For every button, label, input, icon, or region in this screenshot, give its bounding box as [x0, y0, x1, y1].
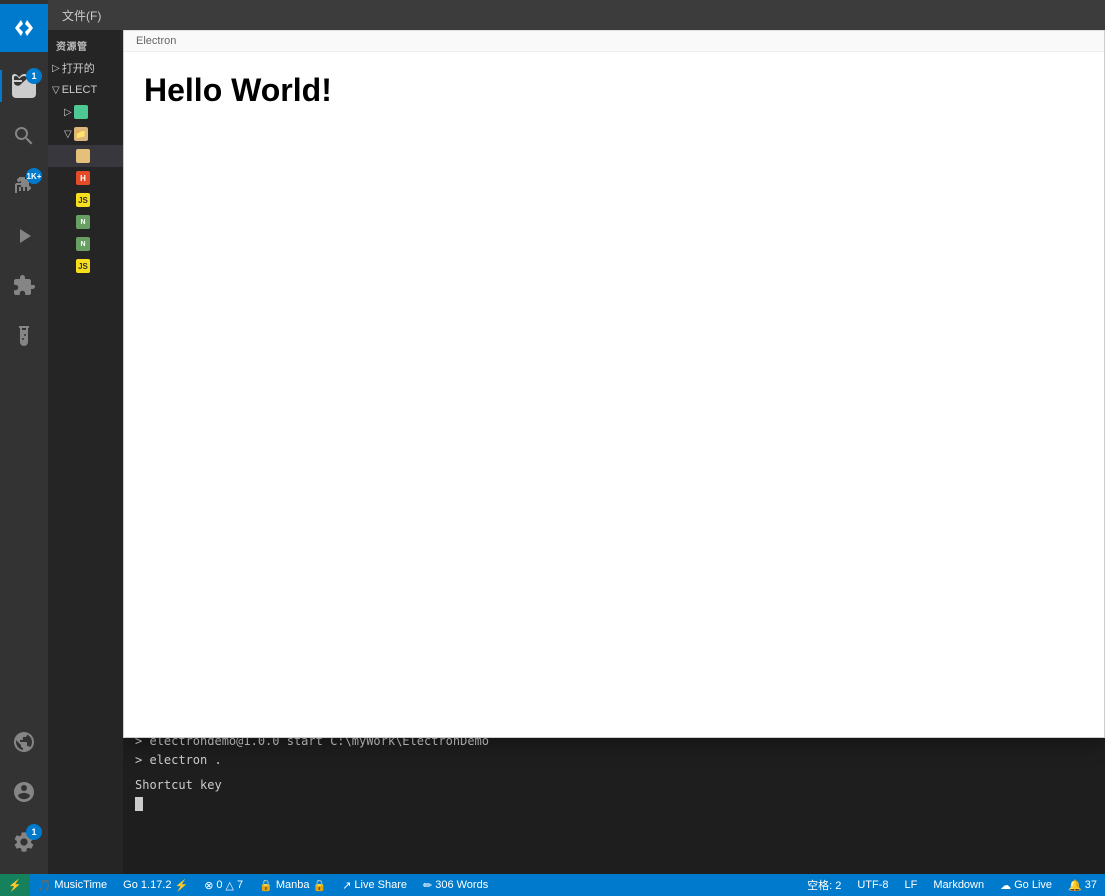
electron-heading: Hello World! — [144, 72, 1084, 109]
folder-arrow: ▽ — [64, 129, 72, 140]
go-label: Go 1.17.2 — [123, 879, 171, 891]
open-folder-arrow: ▷ — [52, 63, 60, 74]
activity-account[interactable] — [0, 768, 48, 816]
activity-settings[interactable]: 1 — [0, 818, 48, 866]
activity-bar-bottom: 1 — [0, 718, 48, 874]
electron-subtitle: Electron — [124, 31, 1104, 52]
status-go[interactable]: Go 1.17.2 ⚡ — [115, 874, 196, 896]
status-language[interactable]: Markdown — [925, 874, 992, 896]
activity-bar-top: 1 1K+ — [0, 4, 48, 718]
status-bar-left: ⚡ 🎵 MusicTime Go 1.17.2 ⚡ ⊗ 0 △ 7 🔒 — [0, 874, 496, 896]
terminal-content: > electrondemo@1.0.0 start C:\myWork\Ele… — [123, 725, 1105, 822]
terminal-cursor — [135, 797, 143, 811]
electron-content: Hello World! — [124, 52, 1104, 737]
file-js-icon: JS — [76, 193, 90, 207]
activity-run[interactable] — [0, 212, 48, 260]
status-live-share[interactable]: ↗ Live Share — [334, 874, 415, 896]
activity-source-control[interactable]: 1K+ — [0, 162, 48, 210]
status-remote[interactable]: ⚡ — [0, 874, 30, 896]
terminal-line-2: > electron . — [135, 752, 1093, 769]
activity-extensions[interactable] — [0, 262, 48, 310]
live-share-label: Live Share — [354, 879, 407, 891]
file-js-row[interactable]: JS — [48, 189, 123, 211]
warning-count: 7 — [237, 879, 243, 891]
go-icon: ⚡ — [175, 879, 189, 892]
status-bar-right: 空格: 2 UTF-8 LF Markdown ☁ Go Live 🔔 — [799, 874, 1105, 896]
words-label: 306 Words — [435, 879, 488, 891]
file-html-row[interactable]: H — [48, 167, 123, 189]
lock-icon-right: 🔒 — [312, 879, 326, 892]
error-icon: ⊗ — [204, 879, 213, 892]
file-node1-icon: N — [76, 215, 90, 229]
go-live-icon: ☁ — [1000, 879, 1011, 892]
terminal-panel: > electrondemo@1.0.0 start C:\myWork\Ele… — [123, 724, 1105, 874]
status-go-live[interactable]: ☁ Go Live — [992, 874, 1060, 896]
file-yellow-row[interactable] — [48, 145, 123, 167]
status-errors[interactable]: ⊗ 0 △ 7 — [196, 874, 251, 896]
activity-bar: 1 1K+ — [0, 0, 48, 874]
menu-file[interactable]: 文件(F) — [56, 5, 107, 26]
vscode-frame: 文件(F) 1 1K+ — [0, 0, 1105, 896]
project-row[interactable]: ▽ ELECT — [48, 79, 123, 101]
file-yellow-icon — [76, 149, 90, 163]
folder-row[interactable]: ▽ 📁 — [48, 123, 123, 145]
remote-button[interactable] — [0, 4, 48, 52]
remote-icon: ⚡ — [8, 879, 22, 892]
manba-label: Manba — [276, 879, 310, 891]
spaces-label: 空格: 2 — [807, 877, 841, 893]
notification-count: 37 — [1085, 879, 1097, 891]
music-icon: 🎵 — [38, 879, 52, 892]
file-node1-row[interactable]: N — [48, 211, 123, 233]
explorer-badge: 1 — [26, 68, 42, 84]
folder-green-row[interactable]: ▷ — [48, 101, 123, 123]
bell-icon: 🔔 — [1068, 879, 1082, 892]
status-music[interactable]: 🎵 MusicTime — [30, 874, 115, 896]
status-manba[interactable]: 🔒 Manba 🔒 — [251, 874, 334, 896]
error-count: 0 — [216, 879, 222, 891]
file-node2-row[interactable]: N — [48, 233, 123, 255]
sidebar: 资源管 ▷ 打开的 ▽ ELECT ▷ ▽ 📁 H JS N — [48, 30, 123, 874]
folder-green-icon — [74, 105, 88, 119]
encoding-label: UTF-8 — [857, 879, 888, 891]
activity-git[interactable] — [0, 718, 48, 766]
warning-icon: △ — [226, 879, 234, 892]
go-live-label: Go Live — [1014, 879, 1052, 891]
line-endings-label: LF — [905, 879, 918, 891]
lock-icon-left: 🔒 — [259, 879, 273, 892]
status-spaces[interactable]: 空格: 2 — [799, 874, 849, 896]
language-label: Markdown — [933, 879, 984, 891]
folder-icon: 📁 — [74, 127, 88, 141]
file-html-icon: H — [76, 171, 90, 185]
menu-bar: 文件(F) — [48, 0, 1105, 30]
folder-green-arrow: ▷ — [64, 107, 72, 118]
file-node2-icon: N — [76, 237, 90, 251]
sidebar-header: 资源管 — [48, 30, 123, 57]
open-folder-label: 打开的 — [62, 60, 95, 76]
activity-explorer[interactable]: 1 — [0, 62, 48, 110]
terminal-cursor-line — [135, 795, 1093, 812]
file-js2-icon: JS — [76, 259, 90, 273]
status-line-endings[interactable]: LF — [897, 874, 926, 896]
status-encoding[interactable]: UTF-8 — [849, 874, 896, 896]
project-label: ELECT — [62, 84, 97, 96]
activity-search[interactable] — [0, 112, 48, 160]
open-folder-row[interactable]: ▷ 打开的 — [48, 57, 123, 79]
project-arrow: ▽ — [52, 85, 60, 96]
activity-test[interactable] — [0, 312, 48, 360]
live-share-icon: ↗ — [342, 879, 351, 892]
file-js2-row[interactable]: JS — [48, 255, 123, 277]
music-label: MusicTime — [54, 879, 107, 891]
electron-window: Hello World! ─ □ ✕ Electron Hello World! — [123, 0, 1105, 738]
settings-badge: 1 — [26, 824, 42, 840]
status-notifications[interactable]: 🔔 37 — [1060, 874, 1105, 896]
source-control-badge: 1K+ — [26, 168, 42, 184]
status-bar: ⚡ 🎵 MusicTime Go 1.17.2 ⚡ ⊗ 0 △ 7 🔒 — [0, 874, 1105, 896]
terminal-line-3: Shortcut key — [135, 777, 1093, 794]
status-words[interactable]: ✏ 306 Words — [415, 874, 496, 896]
pencil-icon: ✏ — [423, 879, 432, 892]
